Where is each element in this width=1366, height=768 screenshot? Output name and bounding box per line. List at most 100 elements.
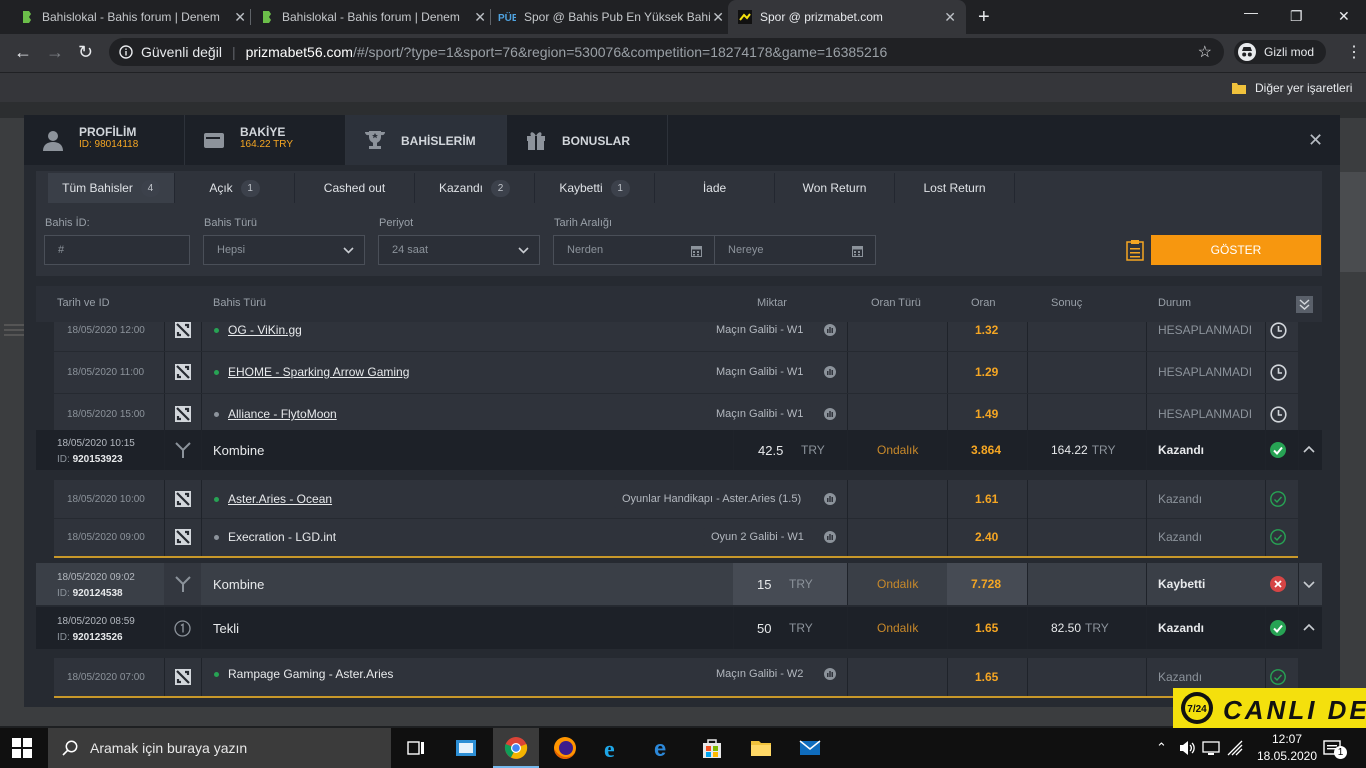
tab-my-bets[interactable]: BAHİSLERİM <box>346 115 507 165</box>
trophy-icon <box>364 131 386 149</box>
filter-tab-lost[interactable]: Kaybetti 1 <box>535 173 655 203</box>
chrome-icon[interactable] <box>504 736 528 760</box>
collapse-all-icon[interactable] <box>1296 296 1313 313</box>
close-tab-icon[interactable]: ✕ <box>712 9 724 26</box>
window-close-button[interactable]: ✕ <box>1338 8 1350 25</box>
browser-menu-icon[interactable]: ⋮ <box>1346 42 1362 62</box>
task-view-icon[interactable] <box>404 736 428 760</box>
file-explorer-icon[interactable] <box>749 736 773 760</box>
stats-icon[interactable] <box>824 518 836 556</box>
clock-date[interactable]: 18.05.2020 <box>1254 749 1320 763</box>
bet-row-single-won[interactable]: 18/05/2020 08:59 ID: 920123526 Tekli 50 … <box>36 607 1322 649</box>
new-tab-button[interactable]: + <box>978 6 990 29</box>
mail-icon[interactable] <box>798 736 822 760</box>
forward-icon[interactable]: → <box>46 42 64 62</box>
close-tab-icon[interactable]: ✕ <box>944 9 956 26</box>
dota-icon <box>175 322 191 351</box>
close-modal-icon[interactable]: ✕ <box>1308 130 1323 151</box>
filter-tab-open[interactable]: Açık 1 <box>175 173 295 203</box>
stats-icon[interactable] <box>824 658 836 690</box>
bet-filters: Tüm Bahisler 4 Açık 1 Cashed out Kazandı 2 … <box>36 171 1322 276</box>
clock-time[interactable]: 12:07 <box>1262 732 1312 746</box>
app-icon[interactable] <box>454 736 478 760</box>
lost-x-icon <box>1270 563 1286 605</box>
period-label: Periyot <box>379 217 414 229</box>
firefox-icon[interactable] <box>553 736 577 760</box>
bet-row-combo-lost[interactable]: 18/05/2020 09:02 ID: 920124538 Kombine 1… <box>36 563 1322 605</box>
stats-icon[interactable] <box>824 393 836 435</box>
stats-icon[interactable] <box>824 480 836 518</box>
language-icon[interactable] <box>1226 739 1244 757</box>
won-check-icon <box>1270 430 1286 470</box>
wallet-icon <box>204 133 224 148</box>
date-from-input[interactable]: Nerden <box>553 235 715 265</box>
taskbar-search-box[interactable]: Aramak için buraya yazın <box>48 728 391 768</box>
filter-tab-won[interactable]: Kazandı 2 <box>415 173 535 203</box>
gift-icon <box>527 132 545 150</box>
account-tabs: PROFİLİM ID: 98014118 BAKİYE 164.22 TRY … <box>24 115 1340 165</box>
network-icon[interactable] <box>1202 740 1220 756</box>
clipboard-icon[interactable] <box>1126 239 1144 261</box>
pub-icon: PÜB <box>498 11 516 24</box>
back-icon[interactable]: ← <box>14 42 32 62</box>
browser-tab-1[interactable]: Bahislokal - Bahis forum | Denem ✕ <box>20 0 250 34</box>
store-icon[interactable] <box>700 736 724 760</box>
dota-icon <box>175 518 191 556</box>
close-tab-icon[interactable]: ✕ <box>234 9 246 26</box>
close-tab-icon[interactable]: ✕ <box>474 9 486 26</box>
chevron-up-icon[interactable] <box>1303 607 1315 649</box>
bookmark-star-icon[interactable]: ☆ <box>1198 42 1212 62</box>
internet-explorer-icon[interactable]: e <box>602 736 626 760</box>
live-support-button[interactable]: 7/24 CANLI DESTEK <box>1173 688 1366 728</box>
date-to-input[interactable]: Nereye <box>714 235 876 265</box>
filter-tab-all[interactable]: Tüm Bahisler 4 <box>48 173 175 203</box>
stats-icon[interactable] <box>824 351 836 393</box>
browser-tab-3[interactable]: PÜB Spor @ Bahis Pub En Yüksek Bahi ✕ <box>498 0 728 34</box>
svg-text:7/24: 7/24 <box>1187 704 1207 715</box>
bet-id-input[interactable]: # <box>44 235 190 265</box>
stats-icon[interactable] <box>824 322 836 351</box>
search-icon <box>62 740 78 756</box>
period-select[interactable]: 24 saat <box>378 235 540 265</box>
clock-icon <box>1270 351 1287 393</box>
single-bet-icon <box>174 607 191 649</box>
selection-row[interactable]: 18/05/2020 11:00 EHOME - Sparking Arrow … <box>36 351 1322 393</box>
chevron-down-icon[interactable] <box>1303 563 1315 605</box>
filter-tab-refund[interactable]: İade <box>655 173 775 203</box>
tab-balance[interactable]: BAKİYE 164.22 TRY <box>185 115 346 165</box>
url-path: /#/sport/?type=1&sport=76&region=530076&… <box>352 44 888 60</box>
selection-row[interactable]: 18/05/2020 07:00 Rampage Gaming - Aster.… <box>36 658 1322 698</box>
bahislokal-icon <box>263 11 271 23</box>
show-button[interactable]: GÖSTER <box>1151 235 1321 265</box>
combo-icon <box>174 430 192 470</box>
filter-tab-cashed-out[interactable]: Cashed out <box>295 173 415 203</box>
windows-start-icon[interactable] <box>12 738 32 758</box>
browser-tab-2[interactable]: Bahislokal - Bahis forum | Denem ✕ <box>260 0 490 34</box>
address-bar[interactable]: Güvenli değil | prizmabet56.com /#/sport… <box>109 38 1224 66</box>
incognito-indicator[interactable]: Gizli mod <box>1234 40 1326 64</box>
chevron-up-icon[interactable] <box>1303 430 1315 470</box>
selection-row[interactable]: 18/05/2020 12:00 OG - ViKin.gg Maçın Gal… <box>36 322 1322 351</box>
tab-profile[interactable]: PROFİLİM ID: 98014118 <box>24 115 185 165</box>
selection-row[interactable]: 18/05/2020 15:00 Alliance - FlytoMoon Ma… <box>36 393 1322 435</box>
minimize-button[interactable]: — <box>1244 4 1258 20</box>
user-icon <box>43 131 63 151</box>
won-check-outline-icon <box>1270 518 1286 556</box>
bet-type-select[interactable]: Hepsi <box>203 235 365 265</box>
volume-icon[interactable] <box>1178 739 1196 757</box>
notifications-button[interactable]: 1 <box>1322 738 1347 759</box>
svg-text:e: e <box>604 737 615 760</box>
browser-tab-4-active[interactable]: Spor @ prizmabet.com ✕ <box>728 0 966 34</box>
selection-row[interactable]: 18/05/2020 10:00 Aster.Aries - Ocean Oyu… <box>36 480 1322 518</box>
reload-icon[interactable]: ↻ <box>78 42 93 62</box>
filter-tab-lost-return[interactable]: Lost Return <box>895 173 1015 203</box>
selection-row[interactable]: 18/05/2020 09:00 Execration - LGD.int Oy… <box>36 518 1322 556</box>
tab-bonuses[interactable]: BONUSLAR <box>507 115 668 165</box>
maximize-button[interactable]: ❐ <box>1290 8 1303 25</box>
bet-row-combo-won[interactable]: 18/05/2020 10:15 ID: 920153923 Kombine 4… <box>36 430 1322 470</box>
browser-tab-strip: Bahislokal - Bahis forum | Denem ✕ Bahis… <box>0 0 1366 34</box>
edge-icon[interactable]: e <box>651 736 675 760</box>
filter-tab-won-return[interactable]: Won Return <box>775 173 895 203</box>
tray-chevron-up-icon[interactable]: ⌃ <box>1156 740 1167 756</box>
other-bookmarks[interactable]: Diğer yer işaretleri <box>1232 81 1352 95</box>
